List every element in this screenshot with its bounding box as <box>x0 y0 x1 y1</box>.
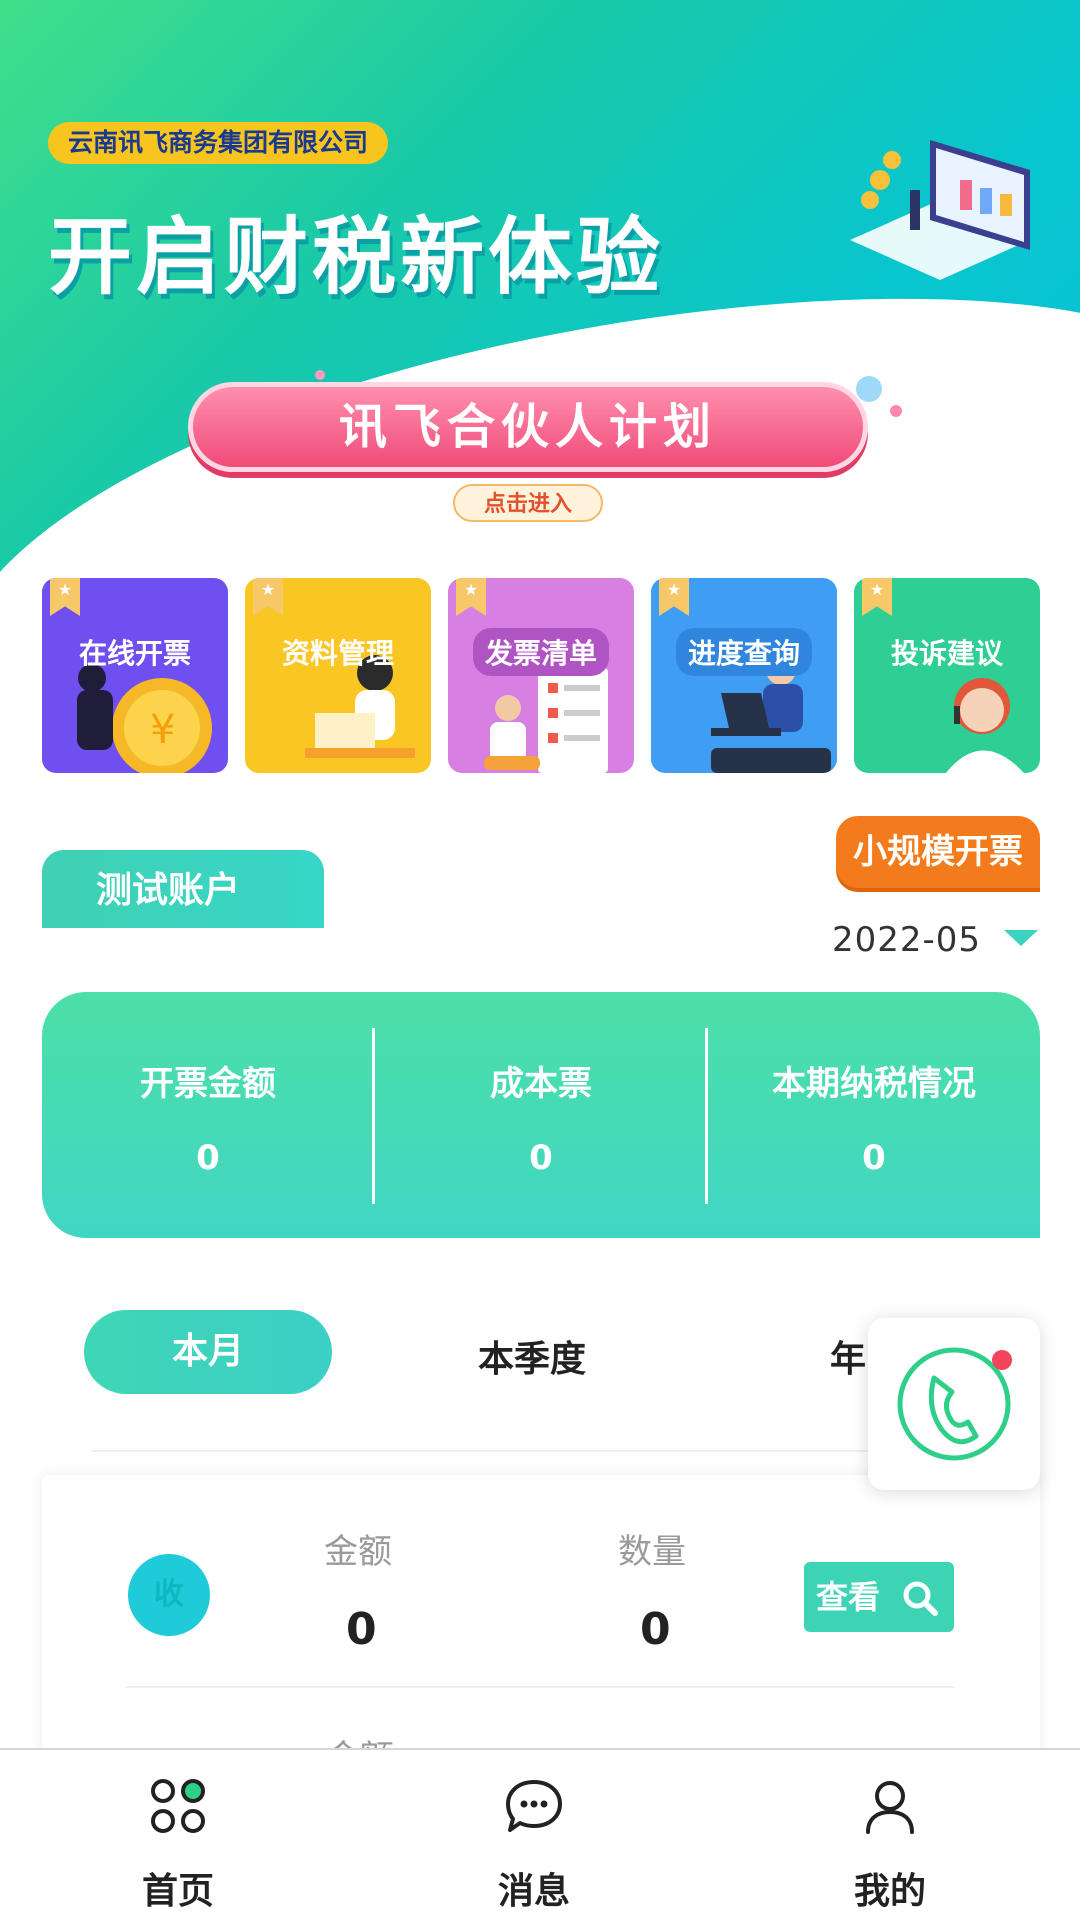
tab-year[interactable]: 年 <box>830 1330 866 1382</box>
decor-dot <box>890 405 902 417</box>
service-card-online-invoice[interactable]: ¥ ★ 在线开票 <box>42 578 228 773</box>
income-badge: 收 <box>128 1554 210 1636</box>
stat-title: 开票金额 <box>140 1064 276 1104</box>
stat-value: 0 <box>529 1138 553 1178</box>
service-label: 在线开票 <box>78 637 191 670</box>
tab-this-quarter[interactable]: 本季度 <box>478 1330 586 1382</box>
service-label: 投诉建议 <box>890 637 1003 670</box>
service-card-complaints[interactable]: ★ 投诉建议 <box>854 578 1040 773</box>
nav-item-mine[interactable]: 我的 <box>790 1750 990 1922</box>
phone-icon <box>897 1347 1011 1461</box>
nav-label: 消息 <box>497 1871 570 1912</box>
customer-service-call-button[interactable] <box>868 1318 1040 1490</box>
stat-cost-invoice[interactable]: 成本票 0 <box>375 992 707 1238</box>
service-label: 发票清单 <box>472 628 609 676</box>
service-label: 资料管理 <box>281 637 394 670</box>
count-label: 数量 <box>618 1532 686 1572</box>
service-label: 进度查询 <box>675 628 812 676</box>
chevron-down-icon[interactable] <box>1004 930 1038 946</box>
stat-tax-status[interactable]: 本期纳税情况 0 <box>708 992 1040 1238</box>
bottom-nav: 首页 消息 我的 <box>0 1748 1080 1920</box>
hero-banner[interactable]: 云南讯飞商务集团有限公司 开启财税新体验 讯飞合伙人计划 点击进入 <box>0 0 1080 600</box>
grid-icon <box>151 1779 205 1833</box>
service-grid: ¥ ★ 在线开票 ★ 资料管理 ★ 发票清单 ★ 进度查询 ★ 投诉建议 <box>42 578 1040 773</box>
user-icon <box>866 1781 914 1834</box>
account-name-tab[interactable]: 测试账户 <box>42 850 324 928</box>
view-button[interactable]: 查看 <box>804 1562 954 1632</box>
search-icon <box>903 1581 938 1616</box>
service-card-documents[interactable]: ★ 资料管理 <box>245 578 431 773</box>
stat-value: 0 <box>862 1138 886 1178</box>
chat-bubble-icon <box>506 1780 562 1832</box>
count-value: 0 <box>640 1604 671 1655</box>
notification-dot <box>992 1350 1012 1370</box>
partner-plan-title: 讯飞合伙人计划 <box>338 399 717 455</box>
small-scale-invoice-button[interactable]: 小规模开票 <box>836 816 1040 888</box>
tab-this-month[interactable]: 本月 <box>84 1310 332 1394</box>
partner-enter-button[interactable]: 点击进入 <box>453 484 603 522</box>
company-name: 云南讯飞商务集团有限公司 <box>48 122 389 164</box>
row-divider <box>126 1686 954 1688</box>
nav-label: 首页 <box>141 1871 214 1912</box>
stat-title: 本期纳税情况 <box>772 1064 976 1104</box>
service-card-progress[interactable]: ★ 进度查询 <box>651 578 837 773</box>
banner-slogan: 开启财税新体验 <box>48 208 665 306</box>
nav-label: 我的 <box>853 1871 926 1912</box>
service-card-invoice-list[interactable]: ★ 发票清单 <box>448 578 634 773</box>
svg-text:¥: ¥ <box>150 707 175 753</box>
nav-item-messages[interactable]: 消息 <box>434 1750 634 1922</box>
amount-value: 0 <box>346 1604 377 1655</box>
stat-value: 0 <box>196 1138 220 1178</box>
view-button-label: 查看 <box>816 1578 881 1616</box>
decor-dot <box>315 370 325 380</box>
stats-panel: 开票金额 0 成本票 0 本期纳税情况 0 <box>42 992 1040 1238</box>
nav-item-home[interactable]: 首页 <box>78 1750 278 1922</box>
amount-label: 金额 <box>324 1532 392 1572</box>
stat-title: 成本票 <box>490 1064 592 1104</box>
finance-illustration-icon <box>850 140 1030 280</box>
period-date[interactable]: 2022-05 <box>832 920 981 960</box>
stat-invoice-amount[interactable]: 开票金额 0 <box>42 992 374 1238</box>
partner-plan-banner[interactable]: 讯飞合伙人计划 点击进入 <box>188 382 868 522</box>
